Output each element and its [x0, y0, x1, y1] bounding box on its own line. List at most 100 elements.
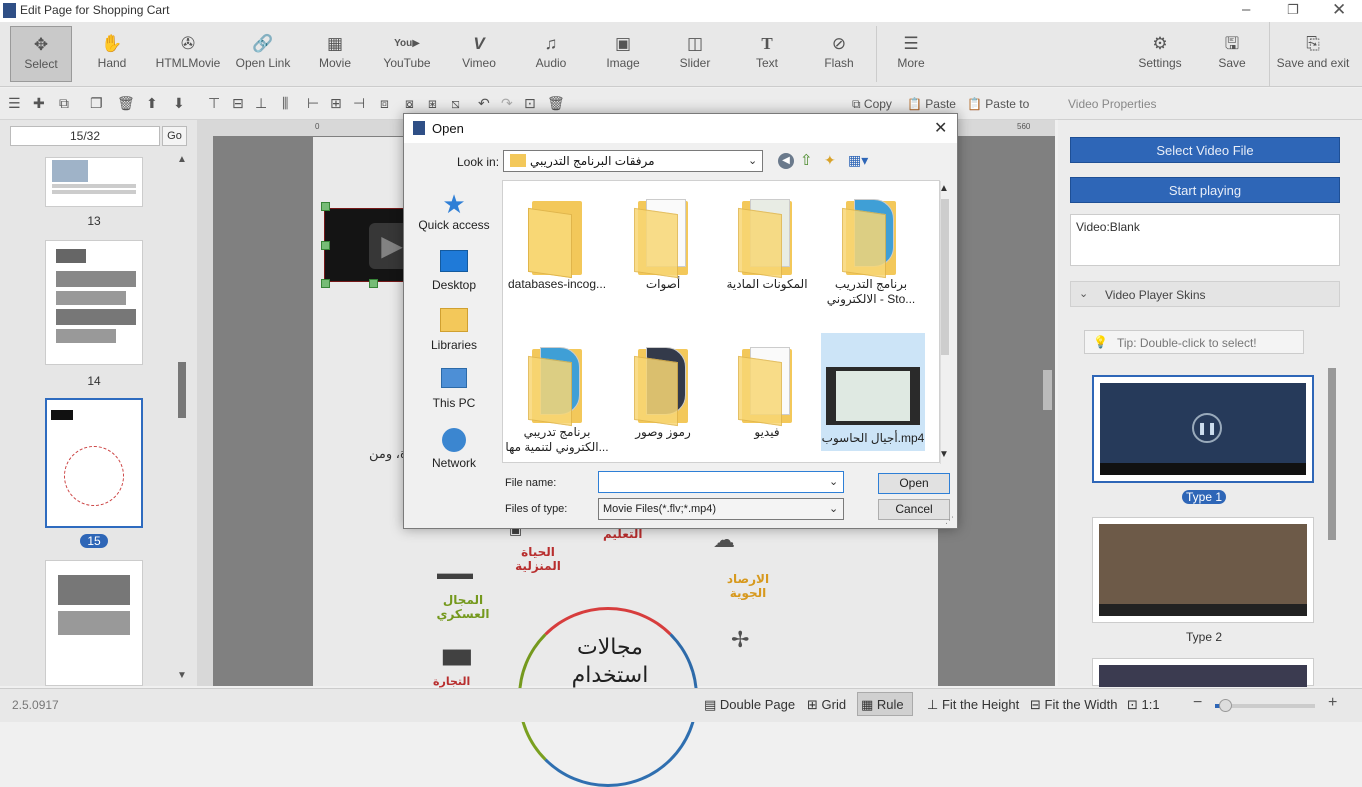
align-right-icon[interactable]: ⊣ [353, 95, 365, 112]
restore-icon[interactable]: ❐ [1287, 2, 1299, 18]
ribbon-youtube-button[interactable]: You▶ YouTube [376, 26, 438, 82]
ribbon-hand-button[interactable]: ✋ Hand [82, 26, 142, 82]
align-bottom-icon[interactable]: ⊥ [255, 95, 267, 112]
page-thumbnail-14[interactable] [45, 240, 143, 365]
rule-button[interactable]: ▦ Rule [857, 692, 913, 716]
file-item[interactable]: databases-incog... [505, 195, 609, 292]
redo-icon[interactable]: ↷ [501, 95, 513, 112]
delete-icon[interactable]: 🗑 [117, 95, 135, 112]
double-page-button[interactable]: ▤ Double Page [704, 697, 795, 713]
align-left-icon[interactable]: ⊢ [307, 95, 319, 112]
scroll-up-icon[interactable]: ▲ [939, 183, 949, 194]
fit-width-button[interactable]: ⊟ Fit the Width [1030, 697, 1117, 713]
paste-button[interactable]: 📋 Paste [907, 97, 956, 111]
file-item[interactable]: المكونات المادية [715, 195, 819, 292]
file-item-selected[interactable]: أجيال الحاسوب.mp4 [821, 333, 925, 451]
open-button[interactable]: Open [878, 473, 950, 494]
page-number-input[interactable]: 15/32 [10, 126, 160, 146]
file-item[interactable]: رموز وصور [611, 343, 715, 440]
up-folder-icon[interactable]: ⇧ [800, 151, 813, 169]
place-quick-access[interactable]: ★ Quick access [404, 190, 504, 232]
skin-type-2[interactable] [1092, 517, 1314, 623]
canvas-scrollbar[interactable] [1043, 370, 1052, 410]
ribbon-more-button[interactable]: ☰ More [884, 26, 938, 82]
ribbon-open-link-button[interactable]: 🔗 Open Link [230, 26, 296, 82]
ribbon-save-button[interactable]: 🖫 Save [1204, 26, 1260, 82]
file-item[interactable]: برنامج تدريبي الكتروني لتنمية مها... [505, 343, 609, 455]
bring-forward-icon[interactable]: ⧇ [405, 95, 414, 112]
ribbon-save-exit-button[interactable]: ⎘ Save and exit [1274, 26, 1352, 82]
close-icon[interactable]: ✕ [934, 118, 947, 138]
add-page-icon[interactable]: ✚ [33, 95, 45, 112]
grid-button[interactable]: ⊞ Grid [807, 697, 846, 713]
skin-type-1[interactable]: ❚❚ [1092, 375, 1314, 483]
trash-icon[interactable]: 🗑 [547, 95, 565, 112]
ribbon-text-button[interactable]: T Text [740, 26, 794, 82]
zoom-slider-handle[interactable] [1219, 699, 1232, 712]
place-libraries[interactable]: Libraries [404, 308, 504, 352]
copy-page-icon[interactable]: ❐ [90, 95, 103, 112]
distribute-icon[interactable]: ⫼ [282, 95, 288, 112]
ribbon-slider-button[interactable]: ◫ Slider [668, 26, 722, 82]
skins-scrollbar[interactable] [1328, 368, 1336, 540]
ribbon-image-button[interactable]: ▣ Image [596, 26, 650, 82]
ribbon-settings-button[interactable]: ⚙ Settings [1128, 26, 1192, 82]
minimize-icon[interactable]: – [1242, 1, 1250, 18]
ribbon-htmlmovie-button[interactable]: ✇ HTMLMovie [152, 26, 224, 82]
ribbon-select-button[interactable]: ✥ Select [10, 26, 72, 82]
align-middle-icon[interactable]: ⊟ [232, 95, 244, 112]
fit-height-button[interactable]: ⊥ Fit the Height [927, 697, 1019, 713]
select-video-file-button[interactable]: Select Video File [1070, 137, 1340, 163]
send-back-icon[interactable]: ⧅ [451, 95, 460, 112]
thumbnail-scrollbar[interactable] [178, 362, 186, 418]
scroll-down-icon[interactable]: ▼ [939, 449, 949, 460]
file-item[interactable]: فيديو [715, 343, 819, 440]
close-icon[interactable]: ✕ [1332, 0, 1346, 20]
ribbon-audio-button[interactable]: ♫ Audio [524, 26, 578, 82]
place-this-pc[interactable]: This PC [404, 368, 504, 410]
ribbon-vimeo-button[interactable]: V Vimeo [452, 26, 506, 82]
scroll-up-icon[interactable]: ▲ [177, 154, 187, 165]
view-menu-icon[interactable]: ▦▾ [848, 152, 868, 169]
ribbon-movie-button[interactable]: ▦ Movie [308, 26, 362, 82]
list-icon[interactable]: ☰ [8, 95, 21, 112]
file-item[interactable]: أصوات [611, 195, 715, 292]
duplicate-icon[interactable]: ⧉ [59, 95, 69, 112]
file-item[interactable]: برنامج التدريب الالكتروني - Sto... [819, 195, 923, 307]
bring-front-icon[interactable]: ⧈ [380, 95, 389, 112]
skin-type-3[interactable] [1092, 658, 1314, 687]
zoom-in-icon[interactable]: + [1328, 694, 1337, 712]
look-in-dropdown[interactable]: مرفقات البرنامج التدريبي ⌄ [503, 150, 763, 172]
file-list-scrollbar[interactable] [941, 199, 949, 355]
align-top-icon[interactable]: ⊤ [208, 95, 220, 112]
page-thumbnail-15[interactable] [45, 398, 143, 528]
start-playing-button[interactable]: Start playing [1070, 177, 1340, 203]
file-name-input[interactable]: ⌄ [598, 471, 844, 493]
move-down-icon[interactable]: ⬇ [173, 95, 185, 112]
zoom-slider[interactable] [1215, 699, 1315, 712]
copy-button[interactable]: ⧉ Copy [852, 97, 892, 112]
files-of-type-dropdown[interactable]: Movie Files(*.flv;*.mp4) ⌄ [598, 498, 844, 520]
place-desktop[interactable]: Desktop [404, 250, 504, 292]
paste-to-button[interactable]: 📋 Paste to [967, 97, 1029, 111]
preview-icon[interactable]: ⊡ [524, 95, 536, 112]
resize-grip-icon[interactable]: ⋰ [945, 515, 954, 526]
align-center-icon[interactable]: ⊞ [330, 95, 342, 112]
page-thumbnail-16[interactable] [45, 560, 143, 686]
video-info-box: Video:Blank [1070, 214, 1340, 266]
send-backward-icon[interactable]: ⧆ [428, 95, 437, 112]
move-up-icon[interactable]: ⬆ [146, 95, 158, 112]
cancel-button[interactable]: Cancel [878, 499, 950, 520]
new-folder-icon[interactable]: ✦ [824, 152, 836, 169]
skins-header[interactable]: ⌄ Video Player Skins [1070, 281, 1340, 307]
zoom-out-icon[interactable]: − [1193, 694, 1202, 712]
chevron-down-icon: ⌄ [829, 503, 839, 515]
ribbon-flash-button[interactable]: ⊘ Flash [812, 26, 866, 82]
page-thumbnail-13[interactable] [45, 157, 143, 207]
actual-size-button[interactable]: ⊡ 1:1 [1127, 697, 1160, 713]
go-button[interactable]: Go [162, 126, 187, 146]
undo-icon[interactable]: ↶ [478, 95, 490, 112]
place-network[interactable]: Network [404, 428, 504, 470]
scroll-down-icon[interactable]: ▼ [177, 670, 187, 681]
back-icon[interactable]: ◀ [778, 153, 794, 169]
